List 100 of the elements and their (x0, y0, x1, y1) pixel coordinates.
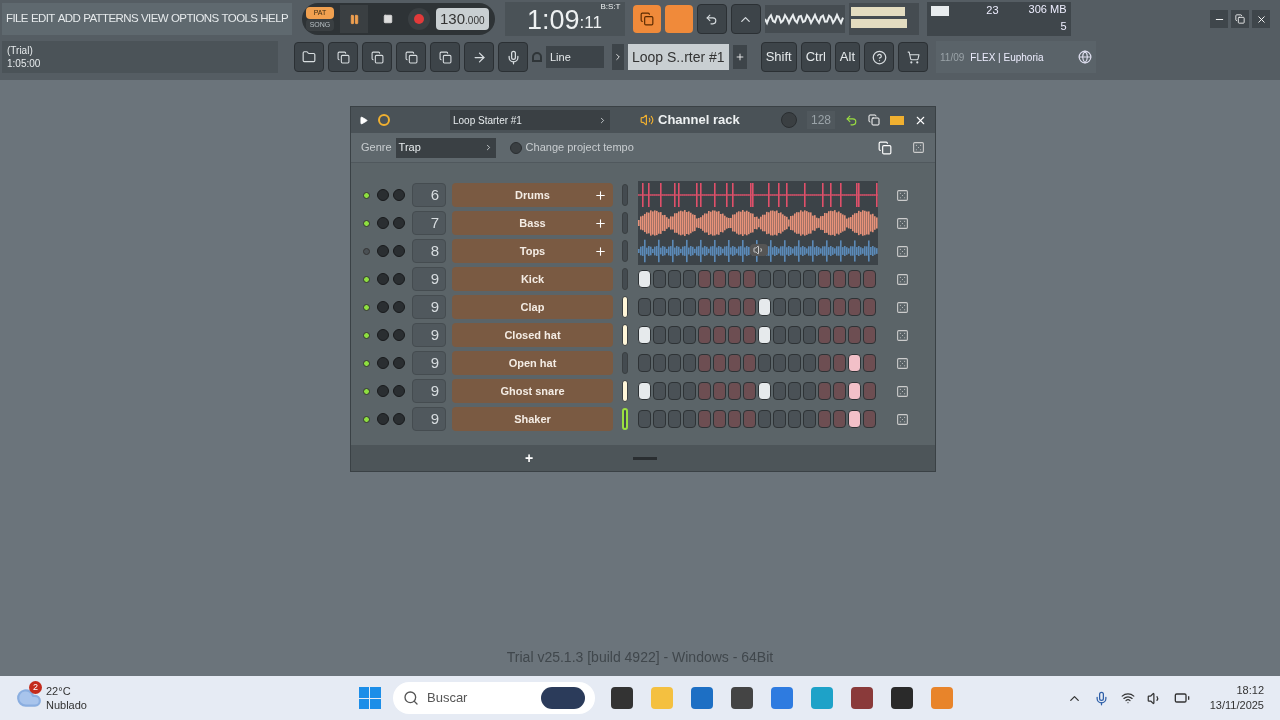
microphone-icon[interactable] (498, 42, 528, 72)
dice-icon[interactable] (896, 300, 909, 314)
mixer-track-number[interactable]: 6 (412, 183, 446, 207)
modifier-key[interactable]: Ctrl (800, 42, 831, 72)
knob-icon[interactable] (393, 217, 405, 229)
menu-item[interactable]: FILE (6, 10, 28, 28)
clock-date[interactable]: 13/11/2025 (1209, 698, 1264, 713)
tempo-checkbox[interactable] (509, 141, 522, 154)
mixer-track-number[interactable]: 7 (412, 211, 446, 235)
knob-icon[interactable] (377, 357, 389, 369)
knob-icon[interactable] (393, 329, 405, 341)
start-icon[interactable] (359, 687, 381, 709)
news-panel[interactable]: 11/09 FLEX | Euphoria (936, 41, 1097, 73)
pattern-selector[interactable]: Loop S..rter #1 (628, 44, 729, 70)
folder-icon[interactable] (651, 687, 673, 709)
step-button[interactable] (758, 298, 771, 316)
modifier-key[interactable]: Shift (760, 42, 797, 72)
knob-icon[interactable] (377, 245, 389, 257)
channel-button[interactable]: Open hat (452, 351, 613, 375)
modifier-key[interactable]: Alt (834, 42, 861, 72)
menu-item[interactable]: PATTERNS (83, 10, 138, 28)
mixer-track-number[interactable]: 9 (412, 379, 446, 403)
pattern-prev-icon[interactable] (612, 44, 624, 70)
loop-record-icon[interactable] (696, 4, 727, 34)
minimize-icon[interactable] (1210, 10, 1228, 28)
genre-dropdown[interactable]: Trap (395, 137, 496, 158)
channel-button[interactable]: Closed hat (452, 323, 613, 347)
dice-icon[interactable] (896, 356, 909, 370)
mixer-track-number[interactable]: 9 (412, 295, 446, 319)
channel-led[interactable] (363, 275, 370, 283)
channel-led[interactable] (363, 303, 370, 311)
wifi-icon[interactable] (1120, 691, 1135, 705)
knob-icon[interactable] (377, 301, 389, 313)
menu-item[interactable]: ADD (57, 10, 81, 28)
channel-button[interactable]: Shaker (452, 407, 613, 431)
channel-led[interactable] (363, 191, 370, 199)
dice-icon[interactable] (896, 412, 909, 426)
channel-button[interactable]: Ghost snare (452, 379, 613, 403)
dice-icon[interactable] (896, 188, 909, 202)
globe-icon[interactable] (1078, 50, 1093, 64)
mixer-track-number[interactable]: 9 (412, 351, 446, 375)
grid-icon[interactable] (890, 115, 904, 125)
undo-icon[interactable] (845, 113, 858, 127)
restore-icon[interactable] (1231, 10, 1249, 28)
selection-indicator[interactable] (622, 296, 628, 318)
magnet-icon[interactable] (532, 52, 542, 62)
loop-dropdown[interactable]: Loop Starter #1 (450, 110, 610, 130)
pause-button[interactable] (340, 5, 368, 33)
menu-item[interactable]: HELP (260, 10, 288, 28)
dice-icon[interactable] (896, 216, 909, 230)
knob-icon[interactable] (393, 245, 405, 257)
knob-icon[interactable] (393, 357, 405, 369)
knob-icon[interactable] (377, 273, 389, 285)
channel-button[interactable]: Drums (452, 183, 613, 207)
knob-icon[interactable] (393, 273, 405, 285)
add-channel-button[interactable]: + (525, 447, 534, 469)
channel-led[interactable] (363, 219, 370, 227)
record-button[interactable] (408, 8, 430, 30)
tempo-display[interactable]: 130.000 (436, 8, 489, 30)
dice-icon[interactable] (912, 141, 925, 154)
knob-icon[interactable] (393, 385, 405, 397)
scrollbar-icon[interactable] (633, 456, 658, 460)
channel-button[interactable]: Kick (452, 267, 613, 291)
mixer-track-number[interactable]: 9 (412, 407, 446, 431)
step-button[interactable] (848, 354, 861, 372)
snap-dropdown[interactable]: Line (546, 46, 604, 68)
dice-icon[interactable] (896, 384, 909, 398)
channel-button[interactable]: Bass (452, 211, 613, 235)
knob-icon[interactable] (393, 301, 405, 313)
channel-led[interactable] (363, 387, 370, 395)
loop-icon[interactable] (378, 114, 390, 126)
cart-icon[interactable] (898, 42, 929, 72)
knob-icon[interactable] (393, 189, 405, 201)
battery-icon[interactable] (1173, 690, 1190, 706)
menu-item[interactable]: EDIT (30, 10, 55, 28)
channel-led[interactable] (363, 359, 370, 367)
step-button[interactable] (758, 382, 771, 400)
menu-item[interactable]: OPTIONS (171, 10, 219, 28)
menu-item[interactable]: TOOLS (221, 10, 258, 28)
play-icon[interactable] (359, 115, 368, 125)
help-icon[interactable] (864, 42, 895, 72)
selection-indicator[interactable] (622, 324, 628, 346)
mixer-track-number[interactable]: 9 (412, 323, 446, 347)
close-icon[interactable] (1252, 10, 1270, 28)
step-button[interactable] (758, 326, 771, 344)
knob-icon[interactable] (393, 413, 405, 425)
step-button[interactable] (638, 382, 651, 400)
step-button[interactable] (638, 326, 651, 344)
search-field[interactable]: Buscar (393, 682, 595, 714)
knob-icon[interactable] (377, 329, 389, 341)
channel-button[interactable]: Tops (452, 239, 613, 263)
step-button[interactable] (638, 270, 651, 288)
knob-icon[interactable] (377, 413, 389, 425)
knob-icon[interactable] (377, 385, 389, 397)
channel-button[interactable]: Clap (452, 295, 613, 319)
dice-icon[interactable] (896, 244, 909, 258)
microphone-icon[interactable] (1093, 690, 1109, 706)
mixer-track-number[interactable]: 8 (412, 239, 446, 263)
clock-time[interactable]: 18:12 (1236, 683, 1264, 698)
channel-led[interactable] (363, 415, 370, 423)
